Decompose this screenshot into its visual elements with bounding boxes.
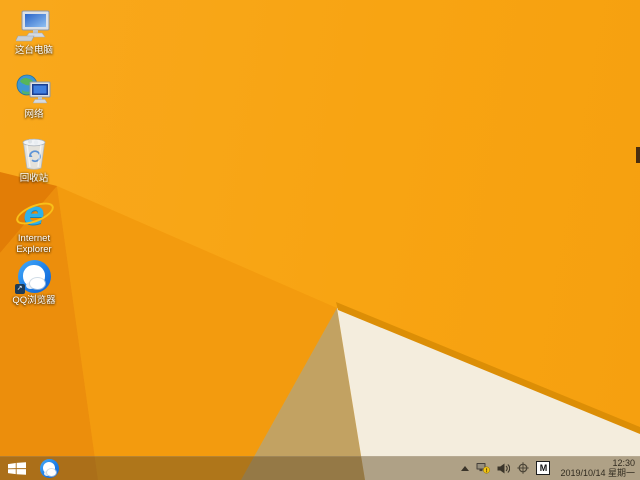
desktop-icon-internet-explorer[interactable]: e Internet Explorer bbox=[2, 196, 66, 255]
desktop-icon-this-pc[interactable]: 这台电脑 bbox=[2, 8, 66, 56]
desktop-icon-label: 这台电脑 bbox=[14, 45, 53, 56]
start-button[interactable] bbox=[0, 456, 34, 480]
internet-explorer-icon: e bbox=[13, 196, 57, 232]
show-hidden-icons-button[interactable] bbox=[461, 465, 470, 471]
taskbar: M 12:30 2019/10/14 星期一 bbox=[0, 456, 640, 480]
windows-logo-icon bbox=[8, 461, 26, 475]
wallpaper-left-fold bbox=[0, 186, 98, 480]
desktop-icon-label: 网络 bbox=[24, 109, 44, 120]
wallpaper-mid-fold bbox=[57, 186, 337, 480]
qq-browser-icon bbox=[39, 458, 59, 478]
screen-edge-mark bbox=[636, 147, 640, 163]
wallpaper-tan-shadow bbox=[241, 308, 365, 480]
wallpaper-dark-wedge bbox=[0, 172, 57, 253]
desktop-icon-qq-browser[interactable]: ↗ QQ浏览器 bbox=[2, 258, 66, 306]
wallpaper-base bbox=[0, 0, 640, 480]
taskbar-qq-browser-button[interactable] bbox=[34, 456, 64, 480]
wallpaper-cream-triangle bbox=[337, 308, 640, 480]
recycle-bin-icon bbox=[16, 136, 52, 172]
input-method-indicator[interactable]: M bbox=[536, 461, 551, 475]
tray-network-warning-icon[interactable] bbox=[476, 462, 491, 474]
tray-clock[interactable]: 12:30 2019/10/14 星期一 bbox=[557, 458, 635, 478]
tray-volume-icon[interactable] bbox=[497, 463, 511, 474]
desktop-icon-label: QQ浏览器 bbox=[12, 295, 56, 306]
network-icon bbox=[16, 72, 52, 108]
wallpaper-gold-edge bbox=[336, 302, 640, 434]
taskbar-left bbox=[0, 456, 64, 480]
desktop-icon-label: 回收站 bbox=[19, 173, 49, 184]
tray-crosshair-icon[interactable] bbox=[517, 462, 530, 474]
desktop-icon-network[interactable]: 网络 bbox=[2, 72, 66, 120]
clock-date: 2019/10/14 星期一 bbox=[560, 468, 635, 478]
desktop-icon-label: Internet Explorer bbox=[16, 233, 52, 255]
system-tray: M 12:30 2019/10/14 星期一 bbox=[461, 456, 640, 480]
this-pc-icon bbox=[16, 8, 52, 44]
qq-arrow-badge: ↗ bbox=[14, 283, 25, 294]
chevron-up-icon bbox=[461, 465, 470, 471]
qq-browser-icon: ↗ bbox=[14, 258, 52, 294]
clock-time: 12:30 bbox=[612, 458, 635, 468]
desktop: 这台电脑 网络 回收站 e Internet Explorer ↗ QQ浏览器 … bbox=[0, 0, 640, 480]
desktop-icon-recycle-bin[interactable]: 回收站 bbox=[2, 136, 66, 184]
